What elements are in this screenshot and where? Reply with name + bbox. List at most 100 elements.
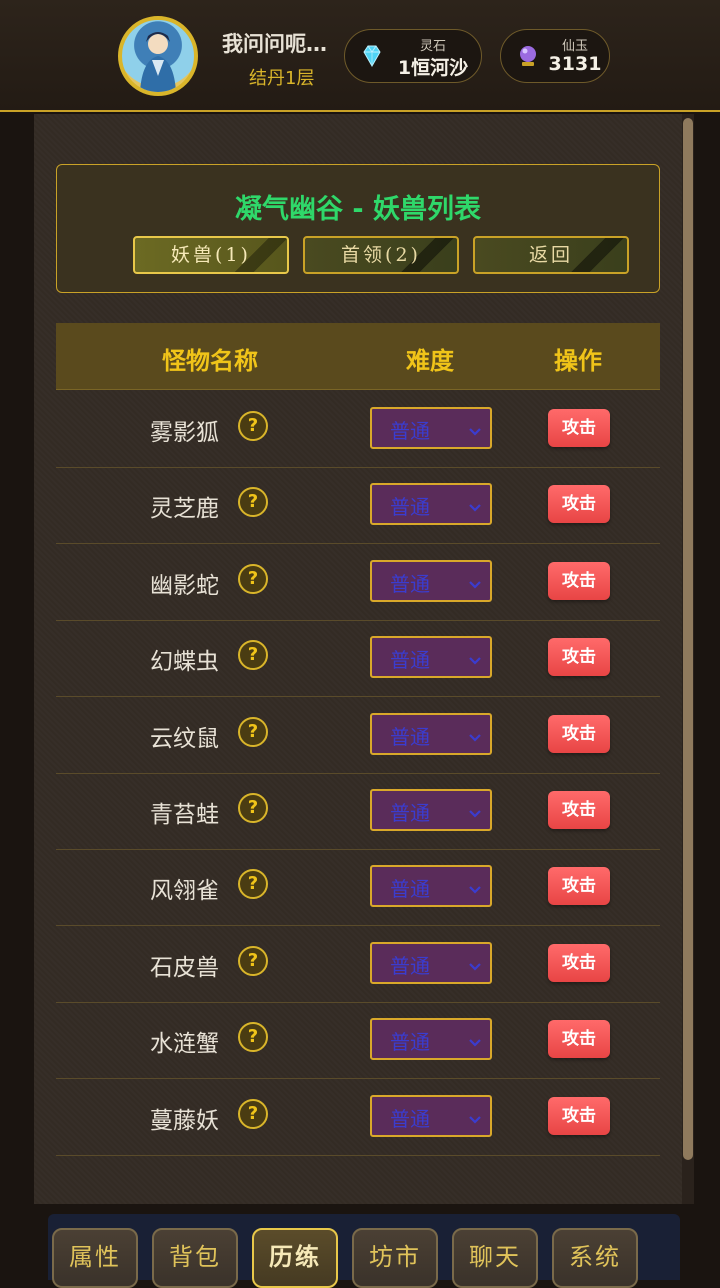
difficulty-select[interactable]: 普通 (370, 712, 492, 755)
nav-system[interactable]: 系统 (552, 1228, 638, 1288)
chevron-down-icon (468, 1110, 482, 1129)
monster-name: 水涟蟹 (150, 1031, 219, 1058)
difficulty-select[interactable]: 普通 (370, 559, 492, 602)
table-row: 水涟蟹? 普通 攻击 (56, 1002, 660, 1080)
monster-name: 幽影蛇 (150, 572, 219, 599)
monster-name: 风翎雀 (150, 878, 219, 905)
attack-button[interactable]: 攻击 (548, 485, 610, 524)
zone-title: 凝气幽谷 - 妖兽列表 (234, 194, 481, 225)
avatar-portrait-icon (140, 32, 176, 92)
difficulty-select[interactable]: 普通 (370, 407, 492, 449)
difficulty-value: 普通 (390, 648, 430, 673)
help-icon[interactable]: ? (238, 869, 268, 900)
tab-bosses[interactable]: 首领(2) (303, 236, 459, 274)
chevron-down-icon (468, 804, 482, 823)
top-status-bar: 我问问呃… 结丹1层 灵石 1恒河沙 仙玉 3131 (0, 0, 720, 112)
attack-button[interactable]: 攻击 (548, 561, 610, 600)
help-icon[interactable]: ? (238, 945, 268, 976)
avatar[interactable] (118, 16, 198, 96)
chevron-down-icon (468, 651, 482, 670)
table-row: 云纹鼠? 普通 攻击 (56, 697, 660, 774)
back-button[interactable]: 返回 (473, 236, 629, 274)
difficulty-select[interactable]: 普通 (370, 1094, 492, 1137)
table-row: 幽影蛇? 普通 攻击 (56, 544, 660, 621)
difficulty-select[interactable]: 普通 (370, 865, 492, 908)
table-row: 雾影狐? 普通 攻击 (56, 391, 660, 468)
difficulty-value: 普通 (390, 571, 430, 596)
bottom-nav: 属性 背包 历练 坊市 聊天 系统 (48, 1214, 680, 1288)
scrollbar-thumb[interactable] (683, 118, 693, 1160)
chevron-down-icon (468, 957, 482, 976)
monster-name: 雾影狐 (150, 420, 219, 446)
attack-button[interactable]: 攻击 (548, 714, 610, 753)
difficulty-value: 普通 (390, 724, 430, 749)
help-icon[interactable]: ? (238, 793, 268, 823)
difficulty-value: 普通 (390, 1106, 430, 1131)
monster-name: 石皮兽 (150, 954, 219, 981)
chevron-down-icon (468, 575, 482, 594)
nav-backpack[interactable]: 背包 (152, 1228, 238, 1288)
attack-button[interactable]: 攻击 (548, 943, 610, 982)
help-icon[interactable]: ? (238, 1098, 268, 1129)
difficulty-select[interactable]: 普通 (370, 941, 492, 984)
diamond-icon (359, 43, 385, 73)
difficulty-select[interactable]: 普通 (370, 636, 492, 679)
difficulty-value: 普通 (390, 419, 430, 443)
chevron-down-icon (468, 880, 482, 899)
currency-value: 1恒河沙 (397, 57, 469, 79)
difficulty-value: 普通 (390, 495, 430, 520)
table-row: 石皮兽? 普通 攻击 (56, 926, 660, 1003)
difficulty-value: 普通 (390, 877, 430, 902)
chevron-down-icon (468, 422, 482, 441)
difficulty-select[interactable]: 普通 (370, 1018, 492, 1061)
chevron-down-icon (468, 728, 482, 747)
crystal-orb-icon (515, 43, 541, 73)
monster-name: 幻蝶虫 (150, 649, 219, 676)
attack-button[interactable]: 攻击 (548, 791, 610, 829)
difficulty-select[interactable]: 普通 (370, 483, 492, 526)
tab-monsters[interactable]: 妖兽(1) (133, 236, 289, 274)
currency-label: 仙玉 (561, 39, 588, 54)
player-realm: 结丹1层 (249, 68, 315, 89)
attack-button[interactable]: 攻击 (548, 1020, 610, 1059)
table-header: 怪物名称 难度 操作 (56, 323, 660, 390)
monster-name: 云纹鼠 (150, 725, 219, 752)
table-row: 灵芝鹿? 普通 攻击 (56, 467, 660, 545)
nav-adventure[interactable]: 历练 (252, 1228, 338, 1288)
attack-button[interactable]: 攻击 (548, 638, 610, 677)
player-name: 我问问呃… (222, 32, 327, 56)
monster-name: 蔓藤妖 (150, 1107, 219, 1134)
spirit-stone-counter: 灵石 1恒河沙 (344, 29, 482, 83)
help-icon[interactable]: ? (238, 1022, 268, 1053)
currency-label: 灵石 (419, 39, 446, 54)
column-header-difficulty: 难度 (406, 347, 454, 375)
chevron-down-icon (468, 1033, 482, 1052)
table-row: 幻蝶虫? 普通 攻击 (56, 620, 660, 698)
monster-name: 青苔蛙 (150, 802, 219, 828)
difficulty-select[interactable]: 普通 (370, 789, 492, 831)
difficulty-value: 普通 (390, 1030, 430, 1055)
currency-value: 3131 (548, 53, 602, 75)
nav-chat[interactable]: 聊天 (452, 1228, 538, 1288)
column-header-action: 操作 (554, 347, 602, 375)
nav-attributes[interactable]: 属性 (52, 1228, 138, 1288)
difficulty-value: 普通 (390, 953, 430, 978)
table-row: 蔓藤妖? 普通 攻击 (56, 1079, 660, 1156)
difficulty-value: 普通 (390, 801, 430, 825)
attack-button[interactable]: 攻击 (548, 867, 610, 906)
table-row: 青苔蛙? 普通 攻击 (56, 773, 660, 850)
zone-header: 凝气幽谷 - 妖兽列表 妖兽(1) 首领(2) 返回 (56, 164, 660, 293)
column-header-name: 怪物名称 (162, 347, 258, 375)
help-icon[interactable]: ? (238, 563, 268, 594)
help-icon[interactable]: ? (238, 640, 268, 671)
help-icon[interactable]: ? (238, 411, 268, 441)
table-row: 风翎雀? 普通 攻击 (56, 849, 660, 927)
attack-button[interactable]: 攻击 (548, 1096, 610, 1135)
immortal-jade-counter: 仙玉 3131 (500, 29, 610, 83)
monster-name: 灵芝鹿 (150, 496, 219, 523)
help-icon[interactable]: ? (238, 716, 268, 747)
chevron-down-icon (468, 498, 482, 517)
help-icon[interactable]: ? (238, 487, 268, 518)
nav-market[interactable]: 坊市 (352, 1228, 438, 1288)
attack-button[interactable]: 攻击 (548, 409, 610, 447)
